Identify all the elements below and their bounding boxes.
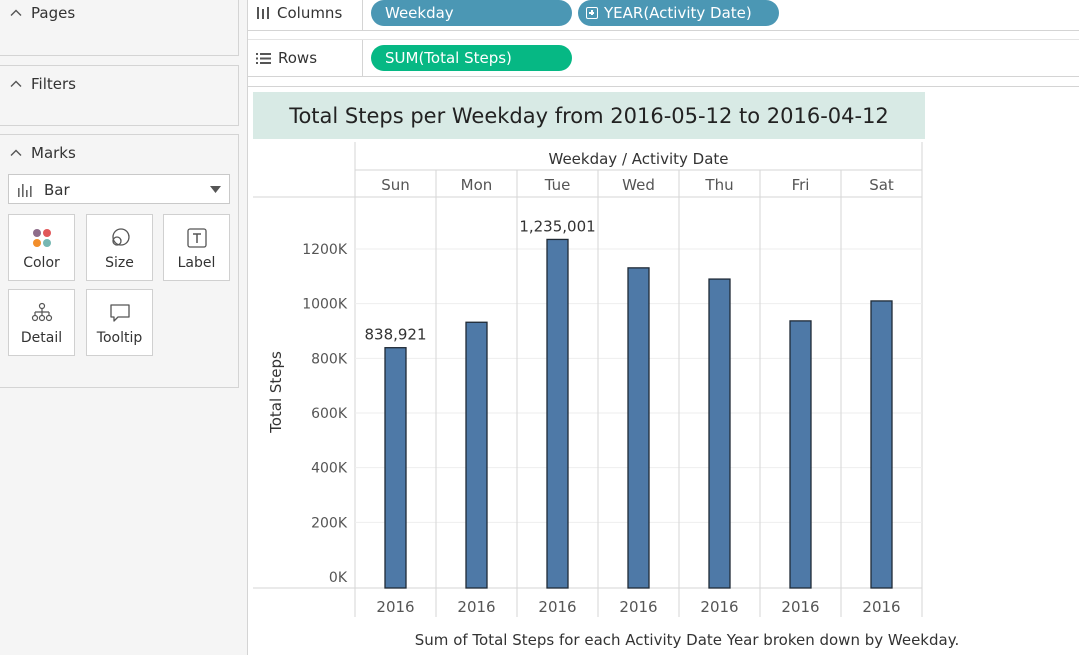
y-tick-label: 1200K xyxy=(302,242,348,258)
year-tick-label: 2016 xyxy=(538,598,576,616)
weekday-header-label: Fri xyxy=(792,176,810,194)
y-tick-label: 1000K xyxy=(302,297,348,313)
weekday-header-label: Tue xyxy=(544,176,571,194)
year-tick-label: 2016 xyxy=(781,598,819,616)
year-tick-label: 2016 xyxy=(700,598,738,616)
bar-chart: Weekday / Activity Date 0K 200K 400K 600K 800… xyxy=(253,142,923,617)
bar-data-label: 1,235,001 xyxy=(519,217,595,235)
y-tick-label: 800K xyxy=(311,351,348,367)
y-tick-label: 200K xyxy=(311,515,348,531)
year-tick-label: 2016 xyxy=(619,598,657,616)
y-axis-label: Total Steps xyxy=(267,351,285,434)
year-tick-label: 2016 xyxy=(862,598,900,616)
bar xyxy=(465,321,488,589)
bar xyxy=(546,238,569,589)
y-tick-label: 600K xyxy=(311,406,348,422)
year-tick-label: 2016 xyxy=(376,598,414,616)
weekday-header-label: Sat xyxy=(869,176,894,194)
bar xyxy=(789,320,812,589)
y-tick-label: 400K xyxy=(311,461,348,477)
weekday-header-label: Sun xyxy=(381,176,410,194)
bar xyxy=(384,347,407,589)
bar-data-label: 838,921 xyxy=(364,326,426,344)
weekday-header-label: Thu xyxy=(704,176,733,194)
column-header-title: Weekday / Activity Date xyxy=(549,150,729,168)
weekday-header-label: Mon xyxy=(461,176,493,194)
bar xyxy=(870,300,893,589)
weekday-header-label: Wed xyxy=(622,176,655,194)
bar xyxy=(708,278,731,589)
bar xyxy=(627,267,650,589)
year-tick-label: 2016 xyxy=(457,598,495,616)
view-caption: Sum of Total Steps for each Activity Dat… xyxy=(414,631,960,649)
y-tick-label: 0K xyxy=(329,570,348,586)
